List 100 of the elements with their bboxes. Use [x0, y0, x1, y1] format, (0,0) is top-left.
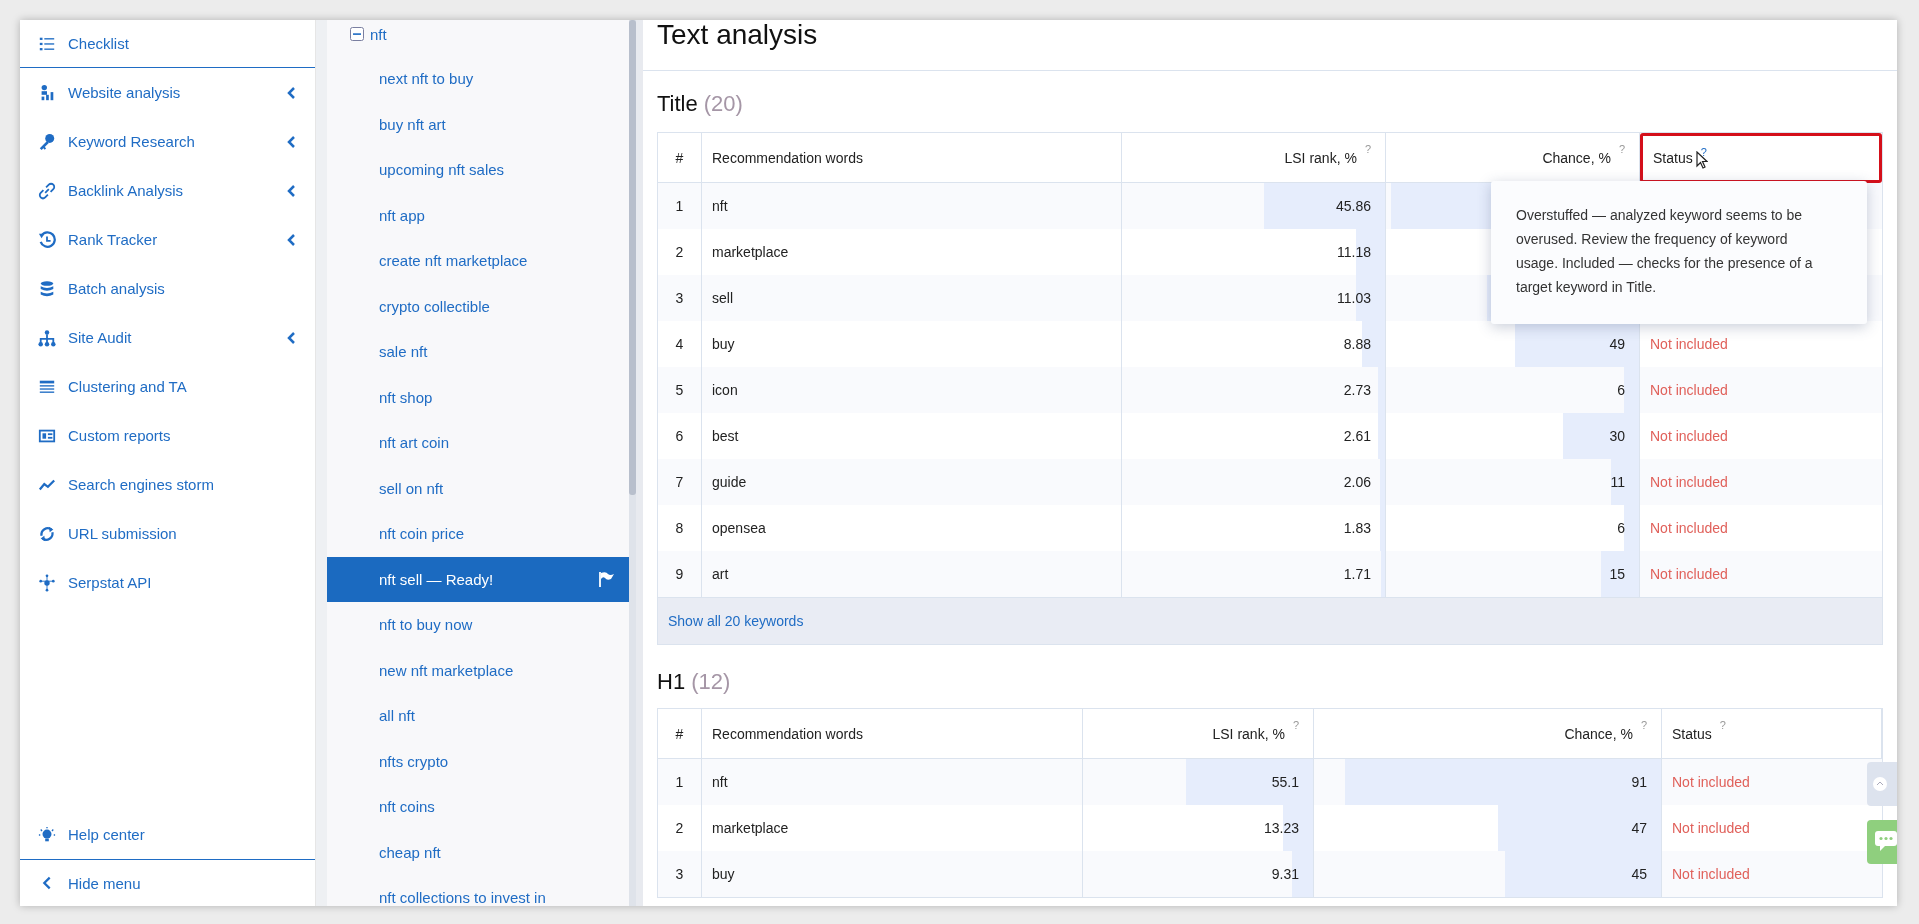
keyword-cell: icon — [712, 382, 738, 398]
keyword-cell: opensea — [712, 520, 766, 536]
sidebar-item[interactable]: URL submission — [20, 509, 315, 558]
sidebar-item[interactable]: Site Audit — [20, 313, 315, 362]
keyword-cell: art — [712, 566, 729, 582]
row-number: 3 — [675, 290, 684, 306]
lsi-value: 1.71 — [1343, 566, 1371, 582]
keyword-cell: nft — [712, 774, 728, 790]
lsi-value: 13.23 — [1263, 820, 1299, 836]
row-number: 5 — [675, 382, 684, 398]
sidebar-item[interactable]: Rank Tracker — [20, 215, 315, 264]
sidebar-item[interactable]: Search engines storm — [20, 460, 315, 509]
tree-item[interactable]: cheap nft — [327, 829, 629, 875]
lsi-value: 55.1 — [1271, 774, 1299, 790]
tree-item[interactable]: sell on nft — [327, 465, 629, 511]
tree-item[interactable]: nft coins — [327, 784, 629, 830]
row-number: 6 — [675, 428, 684, 444]
sidebar-item[interactable]: Website analysis — [20, 68, 315, 117]
keyword-cell: buy — [712, 866, 735, 882]
chance-value: 45 — [1631, 866, 1647, 882]
row-number: 8 — [675, 520, 684, 536]
section-title: Title — [657, 91, 698, 117]
show-all-link[interactable]: Show all 20 keywords — [668, 613, 804, 629]
sidebar-item[interactable]: Custom reports — [20, 411, 315, 460]
scrollbar-thumb[interactable] — [629, 20, 636, 495]
row-number: 3 — [675, 866, 684, 882]
tree-item[interactable]: nfts crypto — [327, 738, 629, 784]
keyword-cell: sell — [712, 290, 733, 306]
status-text: Not included — [1650, 566, 1728, 582]
status-text: Not included — [1650, 382, 1728, 398]
sidebar-item[interactable]: Hide menu — [20, 859, 315, 906]
sidebar-item[interactable]: Keyword Research — [20, 117, 315, 166]
lsi-value: 9.31 — [1271, 866, 1299, 882]
lsi-value: 2.06 — [1343, 474, 1371, 490]
keyword-cell: buy — [712, 336, 735, 352]
sidebar-item[interactable]: Serpstat API — [20, 558, 315, 607]
menu-item-icon — [38, 181, 56, 200]
tree-item[interactable]: nft sell — Ready! — [327, 556, 629, 602]
help-icon[interactable]: ? — [1618, 143, 1625, 155]
row-number: 1 — [675, 774, 684, 790]
chance-value: 11 — [1610, 474, 1625, 490]
tree-item[interactable]: nft shop — [327, 374, 629, 420]
row-number: 1 — [675, 198, 684, 214]
row-number: 7 — [675, 474, 684, 490]
lsi-value: 8.88 — [1343, 336, 1371, 352]
sidebar-item[interactable]: Checklist — [20, 20, 315, 68]
tree-node[interactable]: nft — [327, 20, 629, 46]
sidebar-item[interactable]: Batch analysis — [20, 264, 315, 313]
tree-item[interactable]: sale nft — [327, 329, 629, 375]
chevron-icon — [1873, 777, 1887, 791]
tooltip: Overstuffed — analyzed keyword seems to be overused. Review the frequency of keyword usage. Included — checks for the presence of a target keyword in Title. — [1491, 181, 1867, 324]
tree-item[interactable]: crypto collectible — [327, 283, 629, 329]
tree-item[interactable]: nft collections to invest in — [327, 875, 629, 906]
lsi-value: 45.86 — [1335, 198, 1371, 214]
help-icon[interactable]: ? — [1292, 719, 1299, 731]
tree-item[interactable]: next nft to buy — [327, 56, 629, 102]
chance-value: 6 — [1617, 520, 1625, 536]
menu-item-icon — [38, 573, 56, 592]
tree-item[interactable]: upcoming nft sales — [327, 147, 629, 193]
tree-item[interactable]: nft art coin — [327, 420, 629, 466]
chance-value: 6 — [1617, 382, 1625, 398]
chance-value: 30 — [1609, 428, 1625, 444]
tree-item[interactable]: create nft marketplace — [327, 238, 629, 284]
chance-value: 49 — [1609, 336, 1625, 352]
status-text: Not included — [1650, 428, 1728, 444]
row-number: 4 — [675, 336, 684, 352]
row-number: 2 — [675, 820, 684, 836]
keyword-cell: marketplace — [712, 820, 789, 836]
chance-value: 15 — [1609, 566, 1625, 582]
help-icon[interactable]: ? — [1640, 719, 1647, 731]
menu-item-icon — [38, 328, 56, 347]
help-icon[interactable]: ? — [1364, 143, 1371, 155]
help-icon[interactable]: ? — [1700, 146, 1707, 158]
tree-item[interactable]: nft to buy now — [327, 602, 629, 648]
lsi-value: 11.03 — [1337, 290, 1371, 306]
lsi-value: 2.73 — [1343, 382, 1371, 398]
sidebar-item[interactable]: Help center — [20, 810, 315, 859]
sidebar-item[interactable]: Backlink Analysis — [20, 166, 315, 215]
tree-item[interactable]: new nft marketplace — [327, 647, 629, 693]
chance-value: 91 — [1631, 774, 1647, 790]
tree-item[interactable]: nft app — [327, 192, 629, 238]
chance-value: 47 — [1631, 820, 1647, 836]
status-text: Not included — [1650, 474, 1728, 490]
tree-item[interactable]: buy nft art — [327, 101, 629, 147]
lightbulb-icon — [38, 825, 56, 844]
help-icon[interactable]: ? — [1719, 719, 1726, 731]
keyword-cell: nft — [712, 198, 728, 214]
keyword-cell: guide — [712, 474, 747, 490]
tree-item[interactable]: nft coin price — [327, 511, 629, 557]
row-number: 2 — [675, 244, 684, 260]
menu-item-icon — [38, 132, 56, 151]
keyword-cell: best — [712, 428, 739, 444]
menu-item-icon — [38, 279, 56, 298]
status-text: Not included — [1650, 520, 1728, 536]
menu-item-icon — [38, 524, 56, 543]
status-text: Not included — [1650, 336, 1728, 352]
collapse-icon[interactable] — [350, 27, 364, 41]
status-text: Not included — [1672, 866, 1750, 882]
sidebar-item[interactable]: Clustering and TA — [20, 362, 315, 411]
tree-item[interactable]: all nft — [327, 693, 629, 739]
